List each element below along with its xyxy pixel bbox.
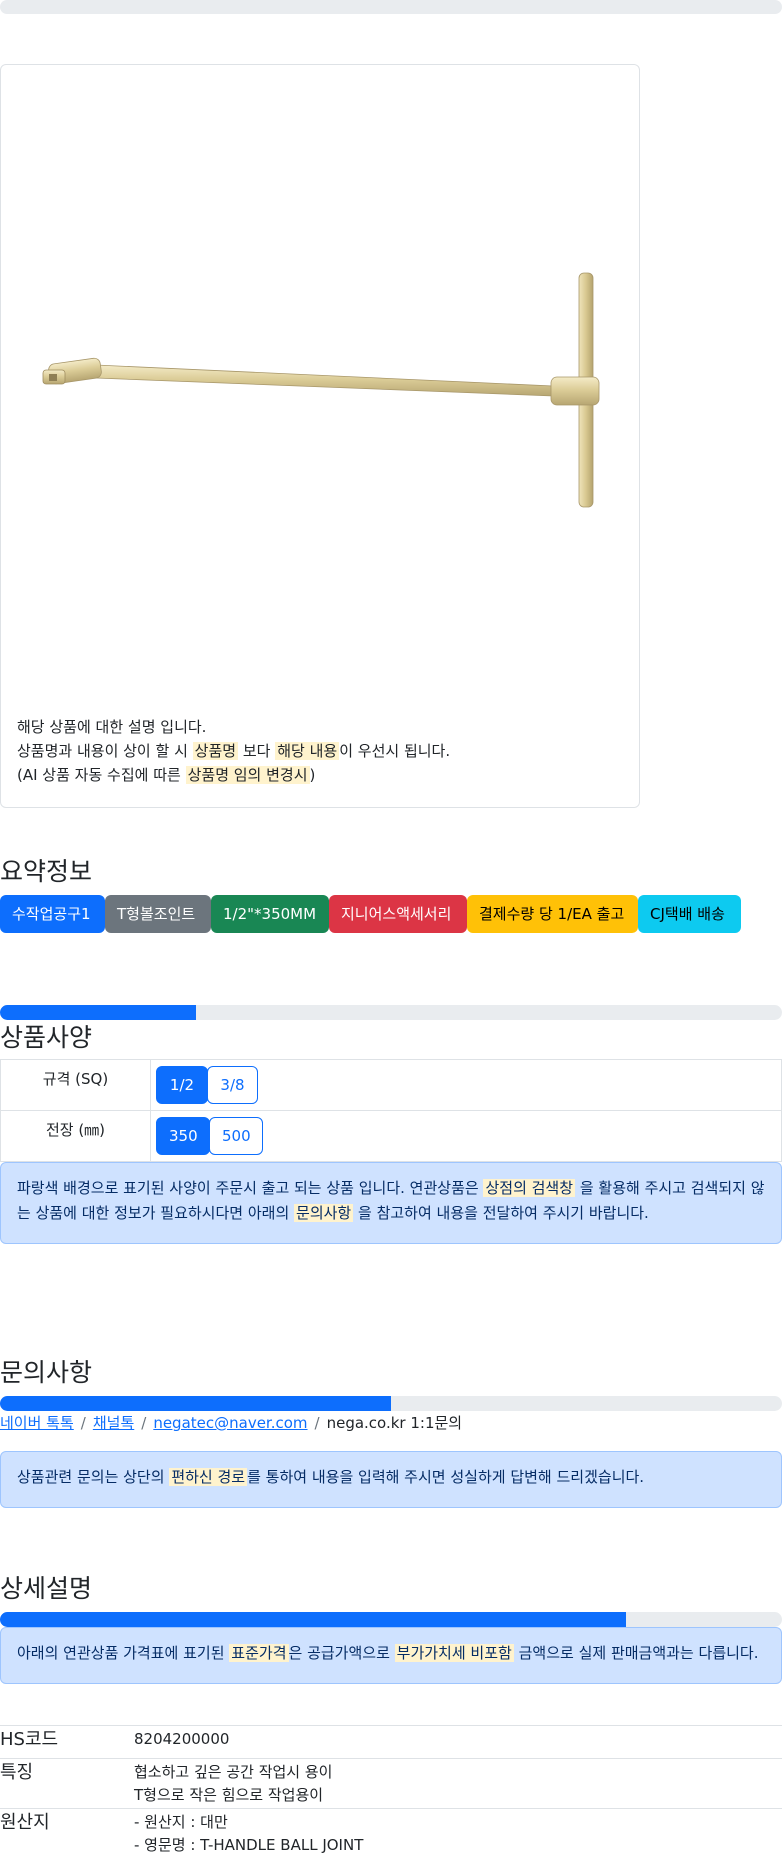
info-val-hscode: 8204200000 (134, 1730, 230, 1748)
inquiry-site: nega.co.kr 1:1문의 (326, 1414, 463, 1432)
inquiry-links: 네이버 톡톡 / 채널톡 / negatec@naver.com / nega.co.kr … (0, 1412, 462, 1434)
info-key-feature: 특징 (0, 1762, 34, 1783)
badge-type: T형볼조인트 (105, 895, 211, 933)
product-notes: 해당 상품에 대한 설명 입니다. 상품명과 내용이 상이 할 시 상품명 보다… (17, 715, 617, 787)
spec-label-size: 규격 (SQ) (0, 1059, 151, 1111)
option-1-2[interactable]: 1/2 (156, 1066, 208, 1104)
badge-quantity: 결제수량 당 1/EA 출고 (467, 895, 638, 933)
badge-size: 1/2"*350MM (211, 895, 329, 933)
option-3-8[interactable]: 3/8 (207, 1066, 258, 1104)
spec-title: 상품사양 (0, 1023, 93, 1052)
link-separator: / (141, 1414, 147, 1432)
notes-line-2: 상품명과 내용이 상이 할 시 상품명 보다 해당 내용 이 우선시 됩니다. (17, 742, 451, 760)
summary-badges: 수작업공구1 T형볼조인트 1/2"*350MM 지니어스액세서리 결제수량 당… (0, 895, 782, 933)
inquiry-title: 문의사항 (0, 1358, 93, 1387)
spec-progress (0, 1005, 782, 1020)
spec-row-size: 규격 (SQ) 1/2 3/8 (0, 1059, 782, 1111)
option-500[interactable]: 500 (209, 1117, 263, 1155)
info-val-feature: 협소하고 깊은 공간 작업시 용이 T형으로 작은 힘으로 작업용이 (134, 1763, 333, 1804)
spec-table: 규격 (SQ) 1/2 3/8 전장 (㎜) 350 500 (0, 1059, 782, 1162)
top-bar (0, 0, 782, 14)
link-separator: / (80, 1414, 86, 1432)
info-row-origin: 원산지 - 원산지 : 대만 - 영문명 : T-HANDLE BALL JOI… (0, 1808, 782, 1857)
notes-line-3: (AI 상품 자동 수집에 따른 상품명 임의 변경시) (17, 766, 316, 784)
info-key-origin: 원산지 (0, 1812, 50, 1833)
inquiry-progress-fill (0, 1396, 391, 1411)
info-key-hscode: HS코드 (0, 1729, 59, 1750)
link-channel-talk[interactable]: 채널톡 (93, 1414, 134, 1432)
spec-alert: 파랑색 배경으로 표기된 사양이 주문시 출고 되는 상품 입니다. 연관상품은… (0, 1162, 782, 1244)
product-card: 해당 상품에 대한 설명 입니다. 상품명과 내용이 상이 할 시 상품명 보다… (0, 64, 640, 808)
badge-category: 수작업공구1 (0, 895, 105, 933)
badge-brand: 지니어스액세서리 (329, 895, 467, 933)
option-350[interactable]: 350 (156, 1117, 210, 1155)
info-table: HS코드 8204200000 특징 협소하고 깊은 공간 작업시 용이 T형으… (0, 1725, 782, 1857)
notes-line-1: 해당 상품에 대한 설명 입니다. (17, 718, 207, 736)
info-row-hscode: HS코드 8204200000 (0, 1725, 782, 1758)
spec-row-length: 전장 (㎜) 350 500 (0, 1110, 782, 1162)
info-row-feature: 특징 협소하고 깊은 공간 작업시 용이 T형으로 작은 힘으로 작업용이 (0, 1758, 782, 1808)
info-val-origin: - 원산지 : 대만 - 영문명 : T-HANDLE BALL JOINT (134, 1813, 364, 1854)
spec-options-size: 1/2 3/8 (150, 1059, 782, 1111)
detail-title: 상세설명 (0, 1574, 93, 1603)
detail-progress-fill (0, 1612, 626, 1627)
highlight-route: 편하신 경로 (169, 1468, 248, 1486)
highlight-name-change: 상품명 임의 변경시 (185, 766, 310, 784)
inquiry-alert: 상품관련 문의는 상단의 편하신 경로 를 통하여 내용을 입력해 주시면 성실하… (0, 1451, 782, 1508)
highlight-vat-excluded: 부가가치세 비포함 (394, 1644, 514, 1662)
inquiry-progress (0, 1396, 782, 1411)
badge-shipping: CJ택배 배송 (638, 895, 741, 933)
detail-alert: 아래의 연관상품 가격표에 표기된 표준가격 은 공급가액으로 부가가치세 비포함… (0, 1627, 782, 1684)
detail-progress (0, 1612, 782, 1627)
highlight-inquiry: 문의사항 (294, 1204, 354, 1222)
spec-label-length: 전장 (㎜) (0, 1110, 151, 1162)
highlight-product-name: 상품명 (192, 742, 239, 760)
summary-title: 요약정보 (0, 857, 93, 886)
link-separator: / (314, 1414, 320, 1432)
product-image (42, 272, 600, 508)
link-naver-talk[interactable]: 네이버 톡톡 (0, 1414, 74, 1432)
highlight-content: 해당 내용 (275, 742, 340, 760)
spec-options-length: 350 500 (150, 1110, 782, 1162)
highlight-standard-price: 표준가격 (229, 1644, 289, 1662)
highlight-store-search: 상점의 검색창 (483, 1179, 576, 1197)
link-email[interactable]: negatec@naver.com (153, 1414, 307, 1432)
